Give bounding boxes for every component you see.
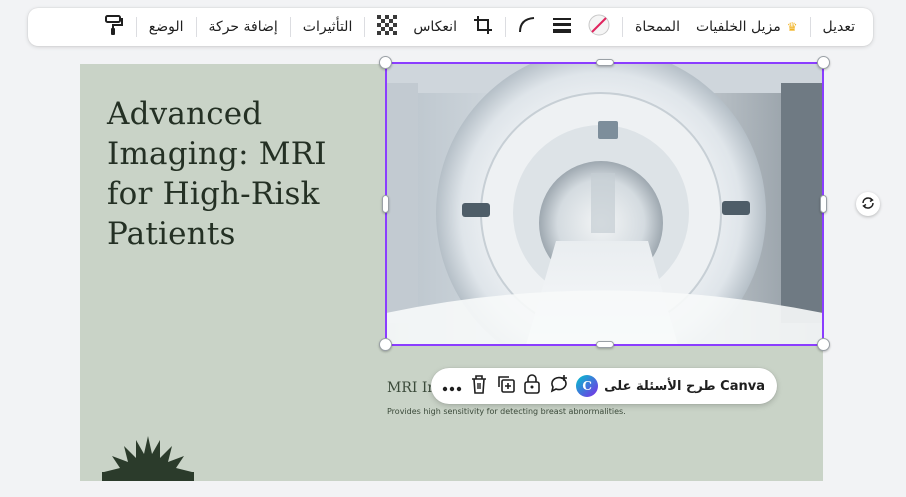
edit-label: تعديل [822,19,856,35]
effects-button[interactable]: التأثيرات [295,12,361,42]
lock-button[interactable] [519,371,546,401]
ask-canva-label: طرح الأسئلة على Canva [604,378,765,394]
resize-handle-top[interactable] [596,59,614,66]
divider [195,17,197,37]
top-toolbar: تعديل مزيل الخلفيات ♛ الممحاة انعكاس الت… [28,8,873,46]
more-options-button[interactable] [439,371,466,401]
color-button[interactable] [580,12,618,42]
border-weight-icon [552,17,572,37]
add-comment-button[interactable] [546,371,573,401]
divider [621,17,623,37]
delete-button[interactable] [466,371,493,401]
paint-roller-icon [104,14,124,40]
slide-title[interactable]: Advanced Imaging: MRI for High-Risk Pati… [107,94,347,254]
eraser-label: الممحاة [634,19,680,35]
flip-button[interactable]: انعكاس [405,12,465,42]
bg-remover-button[interactable]: مزيل الخلفيات ♛ [688,12,806,42]
divider [364,17,366,37]
divider [809,17,811,37]
effects-label: التأثيرات [302,19,353,35]
resize-handle-top-right[interactable] [817,56,830,69]
copy-style-button[interactable] [96,12,132,42]
duplicate-icon [496,374,516,398]
duplicate-button[interactable] [492,371,519,401]
crop-icon [473,15,493,39]
transparency-icon [377,15,398,39]
border-style-button[interactable] [544,12,580,42]
resize-handle-right[interactable] [820,195,827,213]
transparency-button[interactable] [369,12,405,42]
resize-handle-left[interactable] [382,195,389,213]
lock-icon [523,374,541,398]
divider [504,17,506,37]
position-label: الوضع [148,19,184,35]
position-button[interactable]: الوضع [141,12,192,42]
resize-handle-bottom-left[interactable] [379,338,392,351]
bg-remover-label: مزيل الخلفيات [695,19,781,35]
resize-handle-bottom-right[interactable] [817,338,830,351]
corner-rounding-button[interactable] [510,12,544,42]
divider [135,17,137,37]
more-dots-icon [442,377,462,396]
decorative-leaf-shape[interactable] [102,432,194,481]
add-animation-label: إضافة حركة [208,19,278,35]
caption-description[interactable]: Provides high sensitivity for detecting … [387,407,626,416]
caption-heading[interactable]: MRI In [387,380,436,396]
corner-radius-icon [518,16,536,38]
crop-button[interactable] [465,12,501,42]
mri-machine-image[interactable] [386,63,823,345]
trash-icon [470,374,488,398]
comment-plus-icon [549,374,569,398]
resize-handle-top-left[interactable] [379,56,392,69]
ask-canva-button[interactable]: C طرح الأسئلة على Canva [572,375,769,397]
crown-icon: ♛ [786,20,798,34]
flip-label: انعكاس [413,19,457,35]
element-context-toolbar: C طرح الأسئلة على Canva [431,368,777,404]
divider [289,17,291,37]
eraser-button[interactable]: الممحاة [627,12,688,42]
resize-handle-bottom[interactable] [596,341,614,348]
edit-button[interactable]: تعديل [815,12,864,42]
no-color-icon [588,14,610,40]
rotate-icon [861,195,875,214]
rotate-button[interactable] [856,192,880,216]
add-animation-button[interactable]: إضافة حركة [201,12,286,42]
canva-logo-icon: C [576,375,599,397]
